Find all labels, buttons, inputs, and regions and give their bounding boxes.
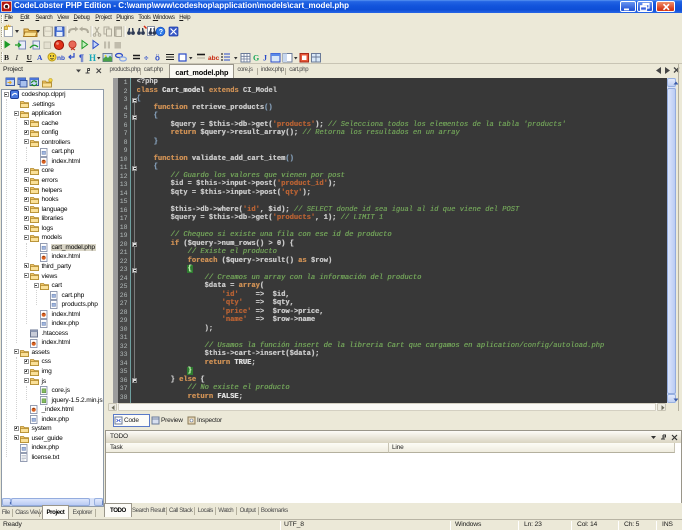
svg-text:J: J — [263, 54, 267, 63]
svg-text:ö: ö — [155, 54, 160, 63]
svg-text:¶: ¶ — [79, 53, 84, 63]
svg-text:÷: ÷ — [144, 54, 149, 63]
svg-text:H: H — [89, 53, 96, 63]
svg-text:?: ? — [159, 29, 163, 36]
svg-text:nb: nb — [57, 55, 65, 62]
svg-text:abc: abc — [208, 55, 220, 62]
svg-text:G: G — [253, 54, 259, 63]
